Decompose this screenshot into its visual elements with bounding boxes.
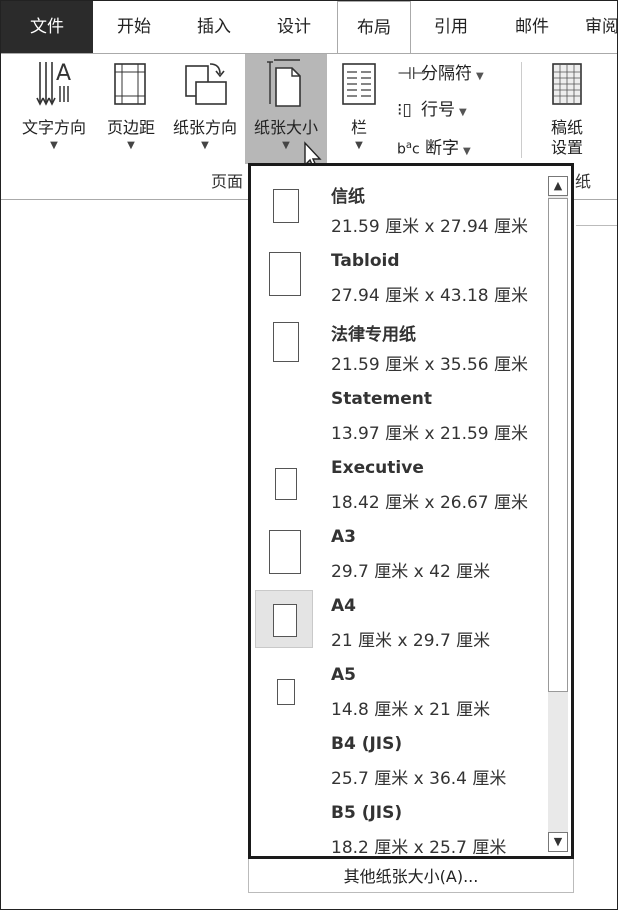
paper-size-dims: 14.8 厘米 x 21 厘米 [331,700,491,720]
svg-text:A: A [56,61,71,86]
paper-size-name: A4 [331,596,356,616]
paper-thumb [255,383,313,441]
ribbon-separator [521,62,522,158]
orientation-label: 纸张方向 [172,118,237,137]
scrollbar-thumb[interactable] [548,198,568,692]
paper-size-name: A5 [331,665,356,685]
tab-home[interactable]: 开始 [93,1,175,53]
paper-size-legal[interactable]: 法律专用纸 21.59 厘米 x 35.56 厘米 [251,310,547,378]
paper-size-name: Executive [331,458,424,478]
tab-references[interactable]: 引用 [411,1,491,53]
group-label-page-setup: 页面 [211,172,244,191]
columns-label: 栏 [350,118,367,137]
document-margin-line [576,225,617,226]
paper-size-dims: 21.59 厘米 x 27.94 厘米 [331,217,529,237]
paper-size-dims: 21 厘米 x 29.7 厘米 [331,631,491,651]
hyphenation-button[interactable]: bac 断字 ▼ [397,132,471,160]
paper-size-dims: 27.94 厘米 x 43.18 厘米 [331,286,529,306]
paper-thumb [255,521,313,579]
paper-size-b5-jis[interactable]: B5 (JIS) 18.2 厘米 x 25.7 厘米 [251,793,547,861]
manuscript-button[interactable]: 稿纸 设置 [537,54,597,164]
chevron-down-icon: ▼ [476,71,484,82]
paper-size-b4-jis[interactable]: B4 (JIS) 25.7 厘米 x 36.4 厘米 [251,724,547,792]
tab-file[interactable]: 文件 [1,1,93,53]
tab-layout[interactable]: 布局 [337,1,411,55]
scroll-down-icon[interactable]: ▼ [548,832,568,852]
text-direction-label: 文字方向 [21,118,86,137]
paper-size-icon [267,59,301,107]
paper-size-name: Tabloid [331,251,400,271]
chevron-down-icon: ▼ [463,145,471,157]
paper-size-dims: 18.42 厘米 x 26.67 厘米 [331,493,529,513]
text-direction-button[interactable]: A 文字方向 ▼ [15,54,93,164]
paper-thumb [255,659,313,717]
breaks-button[interactable]: ⊣⊢分隔符 ▼ [397,60,484,88]
paper-size-dims: 21.59 厘米 x 35.56 厘米 [331,355,529,375]
paper-size-dims: 29.7 厘米 x 42 厘米 [331,562,491,582]
line-numbers-button[interactable]: ⁝▯ 行号 ▼ [397,96,467,124]
paper-size-a5[interactable]: A5 14.8 厘米 x 21 厘米 [251,655,547,723]
paper-size-statement[interactable]: Statement 13.97 厘米 x 21.59 厘米 [251,379,547,447]
hyphenation-icon: bac [397,140,420,158]
group-label-manuscript: 纸 [575,172,592,191]
orientation-button[interactable]: 纸张方向 ▼ [165,54,245,164]
size-label: 纸张大小 [253,118,318,137]
paper-thumb [255,314,313,372]
paper-size-name: 信纸 [331,187,365,207]
tab-mailings[interactable]: 邮件 [491,1,573,53]
line-numbers-label: 行号 [421,100,455,120]
paper-thumb [255,452,313,510]
tab-design[interactable]: 设计 [253,1,335,53]
manuscript-label: 稿纸 设置 [550,118,583,157]
paper-thumb [255,245,313,303]
more-paper-sizes-button[interactable]: 其他纸张大小(A)... [248,859,574,893]
manuscript-icon [552,63,582,105]
paper-thumb [255,728,313,786]
word-window: 文件 开始 插入 设计 布局 引用 邮件 审阅 A 文字方向 ▼ 页边距 ▼ 纸… [0,0,618,910]
paper-size-letter[interactable]: 信纸 21.59 厘米 x 27.94 厘米 [251,172,547,240]
breaks-label: 分隔符 [421,64,472,84]
paper-thumb [255,590,313,648]
chevron-down-icon: ▼ [127,140,135,151]
text-direction-icon: A [36,61,71,106]
paper-size-dims: 25.7 厘米 x 36.4 厘米 [331,769,507,789]
margins-icon [114,63,146,105]
scroll-up-icon[interactable]: ▲ [548,176,568,196]
columns-icon [342,63,376,105]
paper-size-dims: 13.97 厘米 x 21.59 厘米 [331,424,529,444]
breaks-icon: ⊣⊢ [397,64,427,84]
paper-size-dims: 18.2 厘米 x 25.7 厘米 [331,838,507,858]
tab-review[interactable]: 审阅 [585,1,618,53]
orientation-icon [185,63,227,105]
margins-button[interactable]: 页边距 ▼ [97,54,165,164]
paper-thumb [255,797,313,855]
paper-size-name: B5 (JIS) [331,803,403,823]
paper-size-name: Statement [331,389,432,409]
paper-size-a3[interactable]: A3 29.7 厘米 x 42 厘米 [251,517,547,585]
margins-label: 页边距 [106,118,155,137]
paper-size-dropdown: 信纸 21.59 厘米 x 27.94 厘米 Tabloid 27.94 厘米 … [248,163,574,859]
hyphenation-label: 断字 [425,138,459,159]
paper-size-name: A3 [331,527,356,547]
chevron-down-icon: ▼ [355,140,363,151]
paper-size-name: 法律专用纸 [331,325,416,345]
tab-insert[interactable]: 插入 [175,1,253,53]
dropdown-scrollbar[interactable]: ▲ ▼ [548,176,568,852]
columns-button[interactable]: 栏 ▼ [331,54,387,164]
chevron-down-icon: ▼ [50,140,58,151]
line-numbers-icon: ⁝▯ [397,100,412,120]
paper-thumb [255,176,313,234]
chevron-down-icon: ▼ [459,107,467,118]
chevron-down-icon: ▼ [201,140,209,151]
paper-size-name: B4 (JIS) [331,734,403,754]
ribbon-tab-bar: 文件 开始 插入 设计 布局 引用 邮件 审阅 [1,1,618,55]
paper-size-executive[interactable]: Executive 18.42 厘米 x 26.67 厘米 [251,448,547,516]
paper-size-tabloid[interactable]: Tabloid 27.94 厘米 x 43.18 厘米 [251,241,547,309]
paper-size-a4[interactable]: A4 21 厘米 x 29.7 厘米 [251,586,547,654]
